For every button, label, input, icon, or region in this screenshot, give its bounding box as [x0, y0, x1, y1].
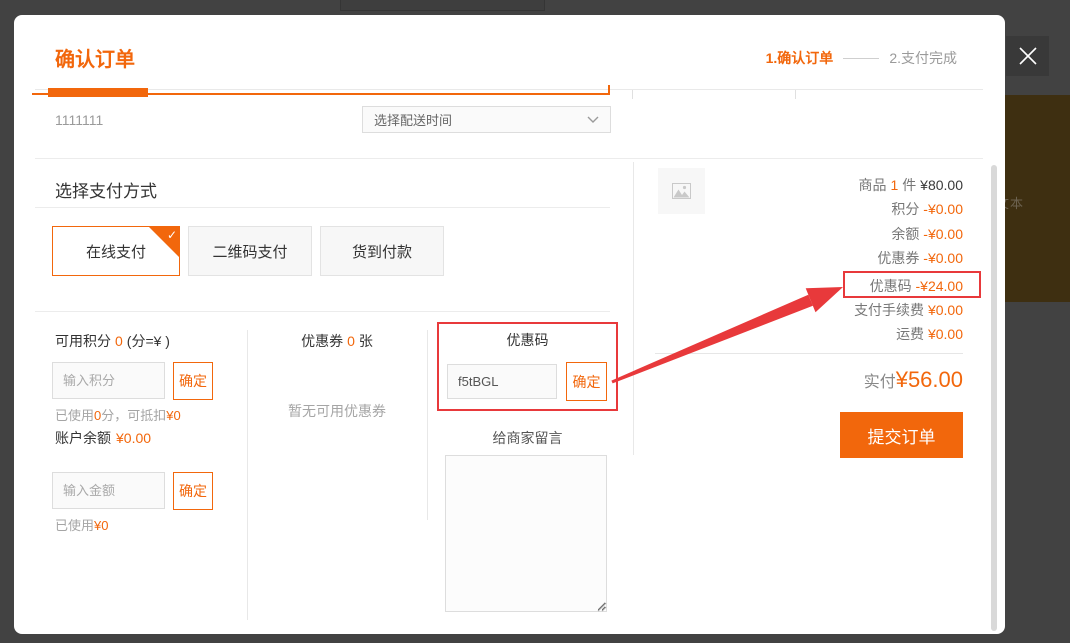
table-column-tick — [795, 90, 796, 99]
address-value: 1111111 — [55, 112, 103, 128]
checkout-steps: 1.确认订单 2.支付完成 — [766, 48, 957, 68]
background-side-text: 文本 — [1005, 193, 1024, 212]
summary-row-shipping: 运费 ¥0.00 — [896, 324, 963, 344]
close-button[interactable] — [1006, 36, 1049, 76]
summary-row-coupon: 优惠券 -¥0.00 — [877, 248, 963, 268]
focused-input-underline — [32, 93, 609, 95]
delivery-time-select-value: 选择配送时间 — [374, 110, 452, 129]
coupon-code-title: 优惠码 — [439, 330, 616, 350]
background-side-panel: 文本 — [1005, 95, 1070, 302]
step-payment-complete: 2.支付完成 — [889, 48, 957, 68]
coupon-empty-text: 暂无可用优惠券 — [257, 401, 417, 421]
product-qty: 1 — [890, 177, 898, 193]
payment-method-label: 货到付款 — [352, 241, 412, 262]
points-used-note: 已使用0分，可抵扣¥0 — [55, 405, 181, 424]
page-overlay-background: 文本 确认订单 1.确认订单 2.支付完成 1111111 选择配送时间 选择支 — [0, 0, 1070, 643]
points-rate-text: (分=¥ ) — [127, 333, 170, 349]
confirm-order-modal: 确认订单 1.确认订单 2.支付完成 1111111 选择配送时间 选择支付方式… — [14, 15, 1005, 634]
delivery-time-select[interactable]: 选择配送时间 — [362, 106, 611, 133]
close-icon — [1018, 46, 1038, 66]
background-window-outline — [340, 0, 545, 11]
product-thumbnail-placeholder — [658, 168, 705, 214]
summary-row-balance: 余额 -¥0.00 — [891, 224, 963, 244]
coupon-code-confirm-button[interactable]: 确定 — [566, 362, 607, 401]
table-column-tick — [632, 90, 633, 99]
check-icon: ✓ — [167, 228, 177, 242]
modal-scrollbar-thumb[interactable] — [991, 165, 997, 631]
summary-row-payment-fee: 支付手续费 ¥0.00 — [854, 300, 963, 320]
divider — [35, 89, 983, 90]
summary-row-coupon-code: 优惠码 -¥24.00 — [870, 276, 963, 296]
divider — [35, 207, 610, 208]
points-available-label: 可用积分0(分=¥ ) — [55, 331, 170, 351]
balance-confirm-button[interactable]: 确定 — [173, 472, 213, 510]
payment-method-label: 二维码支付 — [212, 241, 287, 262]
coupon-count: 0 — [347, 333, 355, 349]
page-title: 确认订单 — [55, 43, 135, 72]
coupon-code-input[interactable] — [447, 364, 557, 399]
payment-method-qrcode[interactable]: 二维码支付 — [188, 226, 312, 276]
coupon-count-label: 优惠券0张 — [257, 331, 417, 351]
payment-method-label: 在线支付 — [86, 241, 146, 262]
payment-method-cod[interactable]: 货到付款 — [320, 226, 444, 276]
divider — [35, 311, 610, 312]
payment-method-heading: 选择支付方式 — [55, 177, 157, 202]
points-available-count: 0 — [115, 333, 123, 349]
focused-input-edge — [608, 85, 610, 95]
divider — [633, 162, 634, 455]
chevron-down-icon — [587, 116, 599, 123]
payment-method-online[interactable]: 在线支付 ✓ — [52, 226, 180, 276]
balance-label: 账户余额¥0.00 — [55, 428, 151, 448]
merchant-message-textarea[interactable] — [445, 455, 607, 612]
summary-row-product: 商品1件 ¥80.00 — [858, 175, 963, 195]
balance-value: ¥0.00 — [116, 430, 151, 446]
merchant-message-label: 给商家留言 — [437, 428, 618, 448]
balance-used-note: 已使用¥0 — [55, 515, 108, 534]
total-label: 实付 — [864, 368, 896, 392]
points-label-text: 可用积分 — [55, 333, 111, 349]
coupon-code-highlight-box: 优惠码 确定 — [437, 322, 618, 411]
image-placeholder-icon — [672, 183, 691, 199]
divider — [427, 330, 428, 520]
step-confirm-order: 1.确认订单 — [766, 48, 834, 68]
points-input[interactable] — [52, 362, 165, 399]
total-value: ¥56.00 — [896, 367, 963, 393]
divider — [35, 158, 983, 159]
submit-order-button[interactable]: 提交订单 — [840, 412, 963, 458]
balance-amount-input[interactable] — [52, 472, 165, 509]
total-payment: 实付¥56.00 — [864, 367, 963, 393]
points-confirm-button[interactable]: 确定 — [173, 362, 213, 400]
divider — [247, 330, 248, 620]
product-price: ¥80.00 — [920, 177, 963, 193]
step-divider — [843, 58, 879, 59]
summary-row-points: 积分 -¥0.00 — [891, 199, 963, 219]
divider — [655, 353, 963, 354]
